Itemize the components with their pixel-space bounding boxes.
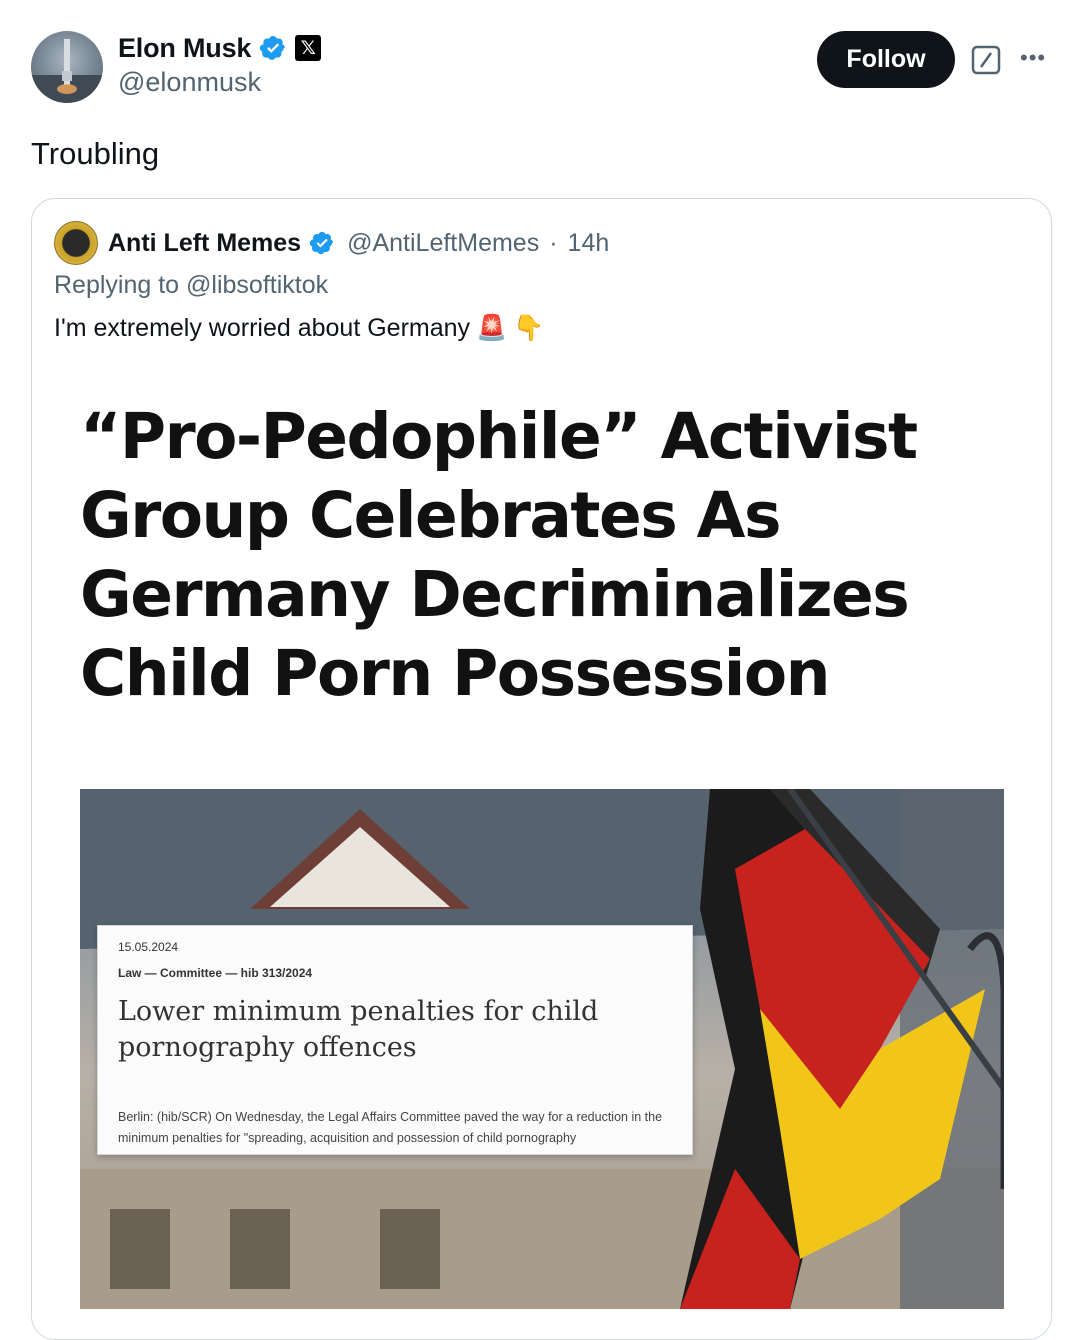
quoted-tweet[interactable]: Anti Left Memes @AntiLeftMemes · 14h Rep… (31, 198, 1052, 1340)
replying-to-line: Replying to @libsoftiktok (54, 271, 328, 300)
doc-date: 15.05.2024 (118, 940, 179, 954)
more-options-icon[interactable]: ••• (1020, 45, 1046, 71)
verified-badge-icon (309, 230, 335, 256)
media-headline: “Pro-Pedophile” Activist Group Celebrate… (80, 400, 918, 710)
grok-icon[interactable] (971, 45, 1001, 80)
quoted-header: Anti Left Memes @AntiLeftMemes · 14h (54, 221, 610, 265)
tweet-text: Troubling (31, 136, 160, 171)
author-handle[interactable]: @elonmusk (118, 67, 261, 98)
doc-category: Law — Committee — hib 313/2024 (118, 966, 313, 980)
replying-prefix: Replying to (54, 271, 180, 299)
quoted-display-name[interactable]: Anti Left Memes (108, 229, 301, 258)
document-screenshot: 15.05.2024 Law — Committee — hib 313/202… (97, 925, 693, 1155)
verified-badge-icon (259, 34, 287, 62)
quoted-text-line: I'm extremely worried about Germany 🚨 👇 (54, 314, 544, 343)
german-flag-icon (680, 789, 1004, 1309)
avatar[interactable] (31, 31, 103, 103)
quoted-media-image[interactable]: “Pro-Pedophile” Activist Group Celebrate… (32, 379, 1051, 1339)
quoted-avatar[interactable] (54, 221, 98, 265)
quoted-timestamp[interactable]: 14h (568, 229, 610, 258)
separator-dot: · (549, 228, 558, 257)
author-display-name[interactable]: Elon Musk (118, 33, 251, 64)
siren-emoji-icon: 🚨 (476, 314, 508, 342)
author-name-row: Elon Musk 𝕏 (118, 30, 322, 66)
replying-to-handle[interactable]: @libsoftiktok (186, 271, 328, 299)
quoted-handle[interactable]: @AntiLeftMemes (347, 229, 539, 258)
doc-title: Lower minimum penalties for child pornog… (118, 996, 599, 1063)
follow-button[interactable]: Follow (817, 31, 955, 88)
media-photo: 15.05.2024 Law — Committee — hib 313/202… (80, 789, 1004, 1309)
quoted-text: I'm extremely worried about Germany (54, 314, 471, 342)
x-logo-icon: 𝕏 (295, 35, 322, 61)
pointing-down-emoji-icon: 👇 (513, 314, 545, 342)
doc-body: Berlin: (hib/SCR) On Wednesday, the Lega… (118, 1110, 663, 1145)
